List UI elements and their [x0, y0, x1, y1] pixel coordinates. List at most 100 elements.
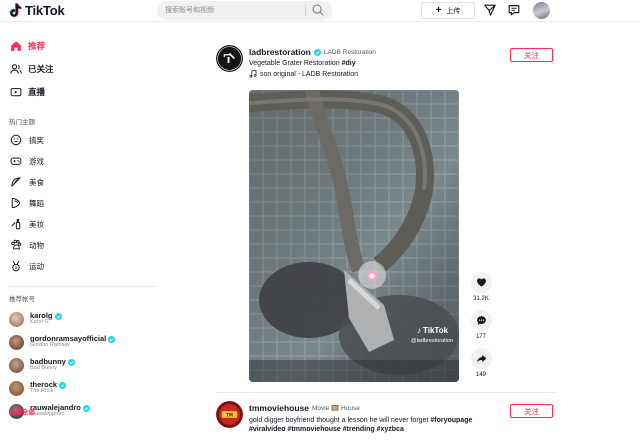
verified-badge-icon: [67, 358, 75, 366]
sidebar-item-following[interactable]: 已关注: [10, 61, 54, 77]
svg-text:TM: TM: [226, 412, 233, 417]
verified-badge-icon: [313, 48, 321, 56]
follow-button[interactable]: 关注: [510, 404, 553, 418]
beauty-icon: [11, 219, 21, 230]
follow-button[interactable]: 关注: [510, 48, 553, 62]
following-icon: [10, 64, 22, 74]
sidebar-item-label: 已关注: [28, 64, 54, 74]
tiktok-logo-icon: [9, 3, 22, 18]
see-all-link[interactable]: 查看全部: [9, 406, 35, 416]
topic-label: 运动: [29, 261, 44, 271]
live-icon: [10, 88, 22, 97]
comment-action[interactable]: 177: [469, 310, 493, 340]
comment-button[interactable]: [470, 310, 492, 331]
topic-comedy[interactable]: 搞笑: [10, 132, 44, 148]
sidebar-divider: [8, 286, 158, 287]
topic-label: 美食: [29, 177, 44, 187]
account-name: The Rock: [30, 388, 54, 395]
account-name: Gordon Ramsay: [30, 342, 71, 349]
account-item-karolg[interactable]: karolg Karol G: [9, 309, 62, 329]
suggested-accounts-title: 推荐帐号: [9, 296, 35, 303]
post-header: tmmoviehouse Movie 🎞️ House gold digger …: [249, 403, 509, 435]
share-count: 149: [475, 372, 486, 378]
profile-avatar[interactable]: [533, 2, 550, 19]
topic-animals[interactable]: 动物: [10, 237, 44, 253]
like-count: 31.2K: [473, 296, 489, 302]
topic-label: 舞蹈: [29, 198, 44, 208]
account-name: Karol G: [30, 319, 49, 326]
send-icon[interactable]: [483, 3, 497, 17]
feed-post: TM tmmoviehouse Movie 🎞️ House gold digg…: [216, 401, 556, 444]
comedy-icon: [10, 134, 22, 146]
post-avatar[interactable]: TM: [216, 401, 243, 428]
heart-icon: [476, 278, 486, 287]
share-action[interactable]: 149: [469, 348, 493, 378]
account-name: rauwalejandro: [30, 411, 65, 418]
watermark-text: TikTok: [423, 326, 449, 335]
avatar: [9, 357, 24, 373]
hashtag-link[interactable]: #diy: [342, 60, 356, 67]
post-username[interactable]: tmmoviehouse: [249, 403, 309, 413]
account-item-gordonramsayofficial[interactable]: gordonramsayofficial Gordon Ramsay: [9, 332, 116, 352]
topic-label: 游戏: [29, 156, 44, 166]
animals-icon: [11, 239, 22, 250]
post-header: ladbrestoration LADB Restoration Vegetab…: [249, 47, 509, 78]
avatar: [9, 334, 24, 350]
search-icon[interactable]: [311, 3, 325, 17]
sidebar-item-for-you[interactable]: 推荐: [10, 38, 45, 54]
dance-icon: [11, 198, 21, 208]
verified-badge-icon: [82, 404, 90, 412]
avatar: [9, 380, 24, 396]
topics-title: 热门主题: [9, 119, 35, 126]
post-nickname: LADB Restoration: [323, 48, 376, 56]
like-button[interactable]: [470, 272, 492, 293]
like-action[interactable]: 31.2K: [469, 272, 493, 302]
inbox-icon[interactable]: [507, 3, 521, 17]
avatar: [9, 311, 24, 327]
account-item-badbunny[interactable]: badbunny Bad Bunny: [9, 355, 75, 375]
sidebar-item-label: 直播: [28, 87, 46, 97]
verified-badge-icon: [108, 335, 116, 343]
caption-text: gold digger boyfriend thought a lesson h…: [249, 417, 429, 424]
sidebar-item-live[interactable]: 直播: [10, 84, 45, 100]
topic-sports[interactable]: 运动: [10, 258, 44, 274]
verified-badge-icon: [59, 381, 67, 389]
post-avatar[interactable]: [216, 45, 243, 72]
post-caption: gold digger boyfriend thought a lesson h…: [249, 416, 509, 435]
logo-text: TikTok: [25, 3, 65, 18]
tiktok-logo[interactable]: TikTok: [8, 3, 65, 18]
topic-food[interactable]: 美食: [10, 174, 44, 190]
share-button[interactable]: [470, 348, 492, 369]
video-player[interactable]: ♪ TikTok @ladbrestoration: [249, 90, 459, 382]
verified-badge-icon: [54, 312, 62, 320]
topic-gaming[interactable]: 游戏: [10, 153, 44, 169]
comment-icon: [476, 316, 486, 325]
tiktok-watermark-icon: ♪: [417, 326, 421, 335]
post-separator: [216, 392, 556, 393]
video-watermark: ♪ TikTok: [417, 326, 448, 335]
upload-button[interactable]: + 上传: [421, 2, 475, 19]
home-icon: [11, 41, 21, 51]
watermark-username: @ladbrestoration: [411, 338, 453, 344]
account-item-therock[interactable]: therock The Rock: [9, 378, 67, 398]
search-input[interactable]: [165, 3, 305, 18]
search-divider: [305, 4, 306, 16]
topic-label: 搞笑: [29, 135, 44, 145]
top-bar: TikTok + 上传: [0, 0, 640, 22]
music-title: son original - LADB Restoration: [260, 70, 359, 78]
account-name: Bad Bunny: [30, 365, 57, 372]
caption-text: Vegetable Grater Restoration: [249, 60, 340, 67]
post-username[interactable]: ladbrestoration: [249, 47, 311, 57]
topic-beauty[interactable]: 美妆: [10, 216, 44, 232]
food-icon: [11, 177, 21, 187]
sports-icon: [12, 260, 20, 272]
share-icon: [476, 354, 486, 363]
gaming-icon: [10, 157, 22, 165]
topic-dance[interactable]: 舞蹈: [10, 195, 44, 211]
feed-post: ladbrestoration LADB Restoration Vegetab…: [216, 45, 556, 385]
upload-label: 上传: [446, 7, 461, 15]
music-note-icon: [249, 70, 257, 78]
sidebar-item-label: 推荐: [28, 41, 46, 51]
post-nickname: Movie 🎞️ House: [312, 405, 360, 412]
post-music[interactable]: son original - LADB Restoration: [249, 70, 509, 78]
